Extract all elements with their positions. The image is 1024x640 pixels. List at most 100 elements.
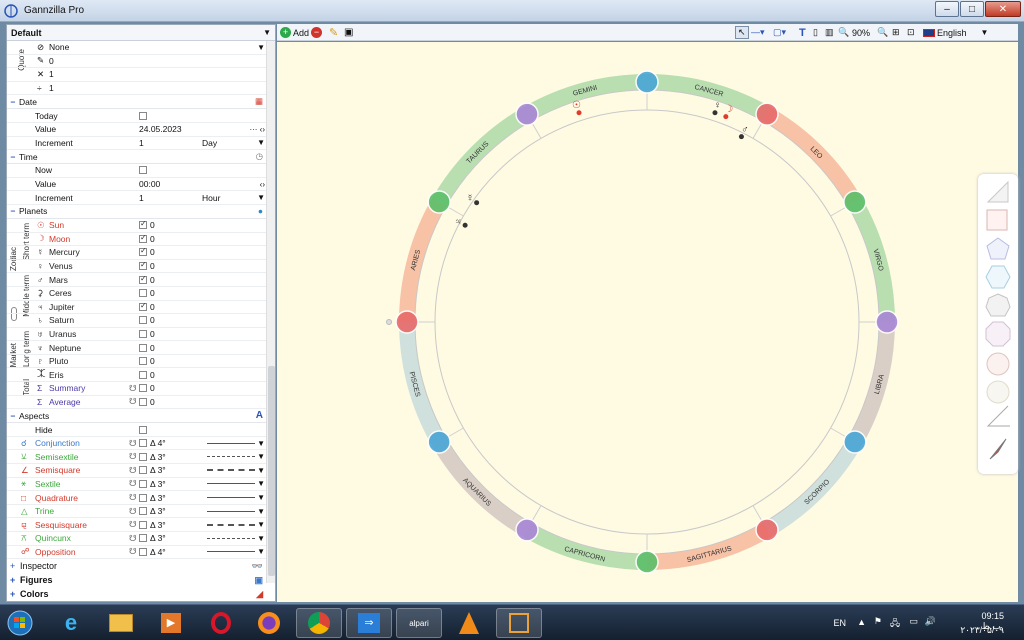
start-button[interactable] bbox=[0, 608, 40, 638]
quote-row-multiply[interactable]: ✕ 1 bbox=[7, 68, 275, 82]
hide-checkbox[interactable] bbox=[139, 425, 147, 434]
planet-row-pluto[interactable]: ♇ Pluto 0 bbox=[7, 355, 275, 369]
zoom-level[interactable]: 90% bbox=[852, 25, 870, 40]
flag-icon[interactable]: ⚑ bbox=[874, 616, 882, 627]
planet-row-neptune[interactable]: ♆ Neptune 0 bbox=[7, 341, 275, 355]
glasses-icon[interactable]: 👓 bbox=[252, 561, 263, 572]
aspect-row-semisextile[interactable]: ⚺ Semisextile ☋ Δ 3° ▼ bbox=[7, 450, 275, 465]
zodiac-segment-virgo[interactable] bbox=[847, 198, 895, 322]
hexagon-shape-button[interactable] bbox=[985, 265, 1011, 289]
zodiac-segment-capricorn[interactable] bbox=[523, 522, 647, 570]
planet-checkbox[interactable] bbox=[139, 260, 147, 271]
planet-checkbox[interactable] bbox=[139, 329, 147, 338]
collapse-icon[interactable]: − bbox=[7, 411, 19, 421]
planet-row-ceres[interactable]: ⚳ Ceres 0 bbox=[7, 287, 275, 301]
planet-checkbox[interactable] bbox=[139, 397, 147, 406]
heptagon-shape-button[interactable] bbox=[985, 293, 1011, 317]
mercury-marker[interactable] bbox=[474, 200, 480, 206]
pointer-tool[interactable]: ↖ bbox=[735, 25, 749, 40]
settings-icon[interactable]: ☋ bbox=[129, 492, 137, 503]
time-value-input[interactable]: 00:00 bbox=[139, 179, 160, 189]
globe-icon[interactable]: ● bbox=[258, 206, 263, 216]
sign-badge-icon[interactable] bbox=[843, 430, 867, 454]
aspect-orb-value[interactable]: Δ 3° bbox=[150, 493, 166, 503]
collapse-icon[interactable]: − bbox=[7, 97, 19, 107]
zodiac-segment-leo[interactable] bbox=[763, 107, 862, 206]
date-increment-input[interactable]: 1 bbox=[139, 138, 144, 148]
rectangle-tool[interactable]: ▢▾ bbox=[773, 25, 786, 40]
zodiac-segment-libra[interactable] bbox=[847, 322, 895, 446]
planet-offset-value[interactable]: 0 bbox=[150, 343, 155, 353]
planet-offset-value[interactable]: 0 bbox=[150, 356, 155, 366]
chevron-down-icon[interactable]: ▼ bbox=[257, 439, 265, 448]
remove-button[interactable]: − bbox=[311, 25, 322, 40]
chevron-down-icon[interactable]: ▼ bbox=[257, 138, 265, 147]
planet-offset-value[interactable]: 0 bbox=[150, 261, 155, 271]
planet-offset-value[interactable]: 0 bbox=[150, 370, 155, 380]
planet-row-uranus[interactable]: ♅ Uranus 0 bbox=[7, 328, 275, 342]
settings-icon[interactable]: ☋ bbox=[129, 519, 137, 530]
planet-checkbox[interactable] bbox=[139, 343, 147, 352]
aspect-row-sextile[interactable]: ⚹ Sextile ☋ Δ 3° ▼ bbox=[7, 478, 275, 492]
zoom-in-button[interactable]: 🔍 bbox=[877, 25, 888, 40]
sign-badge-icon[interactable] bbox=[515, 518, 539, 542]
settings-icon[interactable]: ☋ bbox=[129, 533, 137, 544]
save-button[interactable]: ▣ bbox=[344, 25, 353, 40]
planet-offset-value[interactable]: 0 bbox=[150, 288, 155, 298]
settings-icon[interactable]: ☋ bbox=[129, 438, 137, 449]
date-value-input[interactable]: 24.05.2023 bbox=[139, 124, 182, 134]
line-style-sample[interactable] bbox=[207, 497, 255, 499]
zodiac-segment-taurus[interactable] bbox=[432, 107, 531, 206]
aspect-row-conjunction[interactable]: ☌ Conjunction ☋ Δ 4° ▼ bbox=[7, 437, 275, 451]
aspect-orb-value[interactable]: Δ 3° bbox=[150, 520, 166, 530]
network-icon[interactable]: 🖧 bbox=[890, 616, 900, 632]
zodiac-segment-sagittarius[interactable] bbox=[647, 522, 771, 570]
pentagon-shape-button[interactable] bbox=[986, 237, 1010, 260]
language-select[interactable]: English ▼ bbox=[923, 25, 988, 40]
circle-light-shape-button[interactable] bbox=[986, 380, 1010, 404]
planets-section-header[interactable]: − Planets ● bbox=[7, 205, 275, 219]
aspect-row-trine[interactable]: △ Trine ☋ Δ 3° ▼ bbox=[7, 505, 275, 519]
date-stepper-icon[interactable]: ··· ‹› bbox=[249, 125, 265, 134]
taskbar-explorer[interactable] bbox=[98, 608, 144, 638]
chevron-down-icon[interactable]: ▼ bbox=[257, 466, 265, 475]
planet-offset-value[interactable]: 0 bbox=[150, 383, 155, 393]
collapse-icon[interactable]: − bbox=[7, 206, 19, 216]
line-style-sample[interactable] bbox=[207, 523, 255, 526]
inspector-group[interactable]: + Inspector 👓 bbox=[7, 559, 275, 573]
jupiter-marker[interactable] bbox=[462, 222, 468, 228]
sign-badge-icon[interactable] bbox=[515, 102, 539, 126]
planet-checkbox[interactable] bbox=[139, 246, 147, 257]
settings-icon[interactable]: ☋ bbox=[129, 451, 137, 462]
aspect-checkbox[interactable] bbox=[139, 547, 147, 556]
aspect-checkbox[interactable] bbox=[139, 507, 147, 516]
fit-button[interactable]: ⊞ bbox=[892, 25, 900, 40]
zodiac-segment-aquarius[interactable] bbox=[432, 438, 531, 537]
today-checkbox[interactable] bbox=[139, 111, 147, 120]
planet-checkbox[interactable] bbox=[139, 233, 147, 243]
planet-offset-value[interactable]: 0 bbox=[150, 247, 155, 257]
line-style-sample[interactable] bbox=[207, 442, 255, 444]
taskbar-chrome[interactable] bbox=[296, 608, 342, 638]
settings-icon[interactable]: ☋ bbox=[129, 546, 137, 557]
sign-badge-icon[interactable] bbox=[755, 102, 779, 126]
aspect-row-opposition[interactable]: ☍ Opposition ☋ Δ 4° ▼ bbox=[7, 546, 275, 560]
zoom-out-button[interactable]: 🔍 bbox=[838, 25, 849, 40]
chevron-down-icon[interactable]: ▼ bbox=[257, 507, 265, 516]
astro-canvas[interactable]: GEMINI CANCER LEO VIRGO LIBRA SCORPIO SAGITTAR… bbox=[277, 42, 1018, 602]
chevron-down-icon[interactable]: ▼ bbox=[263, 28, 271, 37]
settings-icon[interactable]: ☋ bbox=[129, 506, 137, 517]
aspect-checkbox[interactable] bbox=[139, 493, 147, 502]
planet-row-sun[interactable]: ☉ Sun 0 bbox=[7, 219, 275, 233]
expand-button[interactable]: ⊡ bbox=[907, 25, 915, 40]
palette-icon[interactable]: ◢ bbox=[256, 589, 263, 600]
aspect-checkbox[interactable] bbox=[139, 520, 147, 529]
display-icon[interactable]: ▭ bbox=[909, 616, 918, 627]
planet-row-jupiter[interactable]: ♃ Jupiter 0 bbox=[7, 301, 275, 315]
figures-icon[interactable]: ▣ bbox=[254, 575, 263, 586]
expand-icon[interactable]: + bbox=[10, 561, 20, 571]
planet-checkbox[interactable] bbox=[139, 316, 147, 325]
planet-row-saturn[interactable]: ♄ Saturn 0 bbox=[7, 314, 275, 328]
figures-group[interactable]: + Figures ▣ bbox=[7, 573, 275, 587]
aspect-orb-value[interactable]: Δ 3° bbox=[150, 533, 166, 543]
